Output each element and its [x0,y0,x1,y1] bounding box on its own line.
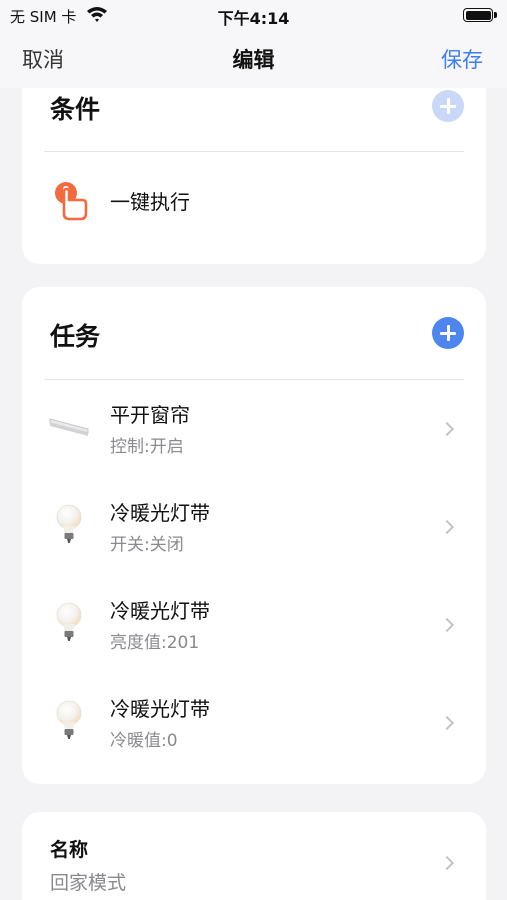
curtain-rail-icon [49,418,89,436]
name-card[interactable]: 名称 回家模式 [22,812,486,900]
add-task-button[interactable] [432,317,464,349]
task-title: 冷暖光灯带 [110,697,210,721]
add-condition-button[interactable] [432,90,464,122]
name-label: 名称 [50,839,89,861]
task-title: 平开窗帘 [110,403,190,427]
save-button[interactable]: 保存 [441,44,483,74]
condition-section-title: 条件 [50,95,101,124]
task-title: 冷暖光灯带 [110,501,210,525]
task-row[interactable]: 冷暖光灯带 冷暖值:0 [22,673,486,769]
chevron-right-icon [439,519,455,535]
tap-hand-icon [55,182,88,221]
page-title: 编辑 [232,48,275,72]
light-bulb-icon [56,700,82,739]
condition-item-label: 一键执行 [110,190,190,214]
light-bulb-icon [56,602,82,641]
chevron-right-icon [439,855,455,871]
status-bar: 无 SIM 卡 下午4:14 [0,0,507,30]
light-bulb-icon [56,504,82,543]
status-time: 下午4:14 [217,9,290,28]
task-row[interactable]: 平开窗帘 控制:开启 [22,379,486,475]
condition-card: 条件 一键执行 [22,70,486,264]
task-section-title: 任务 [50,322,101,351]
task-card: 任务 平开窗帘 控制:开启 冷暖光灯带 开关:关闭 冷暖光灯带 亮度值:201 … [22,287,486,784]
task-subtitle: 控制:开启 [110,437,184,457]
task-subtitle: 开关:关闭 [110,535,184,555]
chevron-right-icon [439,715,455,731]
condition-item-one-tap[interactable]: 一键执行 [22,152,486,248]
nav-bar: 取消 编辑 保存 [0,30,507,88]
task-row[interactable]: 冷暖光灯带 开关:关闭 [22,477,486,573]
chevron-right-icon [439,617,455,633]
chevron-right-icon [439,421,455,437]
task-row[interactable]: 冷暖光灯带 亮度值:201 [22,575,486,671]
task-subtitle: 冷暖值:0 [110,731,178,751]
task-title: 冷暖光灯带 [110,599,210,623]
name-value: 回家模式 [50,872,127,894]
battery-icon [463,8,497,22]
task-subtitle: 亮度值:201 [110,633,200,653]
